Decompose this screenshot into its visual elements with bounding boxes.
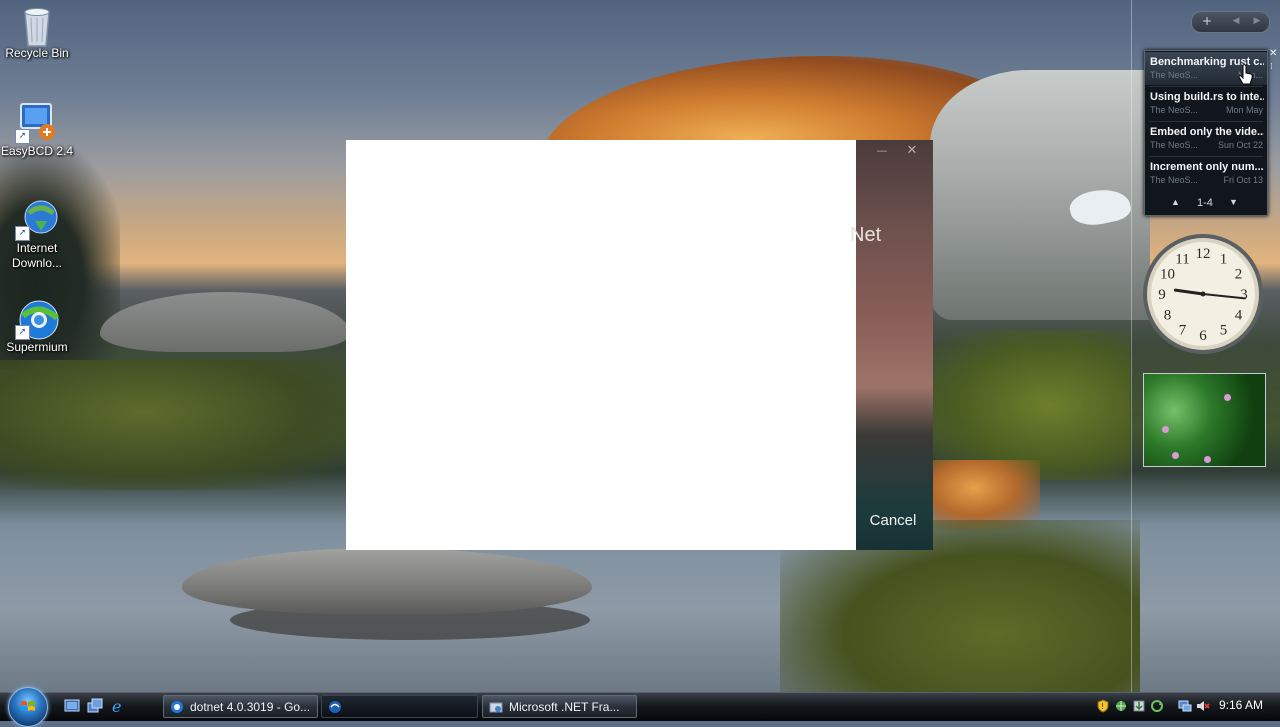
shortcut-arrow-icon: ➚	[15, 226, 30, 241]
switch-windows-icon[interactable]	[87, 698, 103, 714]
clock-number: 1	[1220, 252, 1228, 268]
feed-item[interactable]: Using build.rs to inte... The NeoS... Mo…	[1145, 87, 1267, 120]
installer-title: Net	[850, 224, 882, 246]
minimize-button[interactable]: —	[874, 144, 890, 160]
easybcd-icon: ➚	[15, 102, 57, 144]
taskbar-button-browser[interactable]: dotnet 4.0.3019 - Go...	[163, 695, 318, 718]
wallpaper-rock-left	[100, 292, 350, 352]
feed-down-arrow-icon[interactable]: ▼	[1229, 197, 1238, 207]
taskbar-button-label: Microsoft .NET Fra...	[509, 700, 620, 714]
feed-item-title: Using build.rs to inte...	[1150, 91, 1264, 103]
volume-muted-icon[interactable]	[1196, 699, 1210, 713]
feed-page-indicator: 1-4	[1197, 197, 1213, 209]
clock-number: 4	[1235, 308, 1243, 324]
chrome-icon	[171, 701, 183, 713]
desktop-icon-label-line1: Internet	[16, 241, 58, 255]
feed-drag-grip-icon[interactable]: ⁞	[1270, 62, 1273, 72]
slideshow-flower	[1162, 426, 1169, 433]
desktop-icon-internet-download-manager[interactable]: ➚ Internet Downlo...	[0, 199, 74, 271]
clock-number: 8	[1164, 308, 1172, 324]
taskbar-button-app[interactable]	[321, 695, 478, 718]
feed-item-title: Embed only the vide...	[1150, 126, 1264, 138]
cancel-button[interactable]: Cancel	[862, 509, 924, 533]
supermium-browser-icon: ➚	[15, 298, 59, 340]
installer-banner: — ✕ Net Cancel	[850, 140, 933, 550]
feed-item-date: Sun Oct 22	[1217, 140, 1263, 150]
clock-number: 5	[1220, 323, 1228, 339]
shortcut-arrow-icon: ➚	[15, 129, 30, 144]
slideshow-flower	[1224, 394, 1231, 401]
taskbar-button-label: dotnet 4.0.3019 - Go...	[190, 700, 311, 714]
feed-item[interactable]: Increment only num... The NeoS... Fri Oc…	[1145, 157, 1267, 190]
idm-tray-icon[interactable]	[1132, 699, 1146, 713]
sidebar-divider	[1131, 0, 1132, 692]
clock-number: 11	[1175, 252, 1189, 268]
wallpaper-meadow-right	[930, 330, 1130, 480]
app-icon	[329, 701, 341, 713]
clock-number: 3	[1240, 287, 1248, 303]
security-shield-icon[interactable]: !	[1096, 699, 1110, 713]
shortcut-arrow-icon: ➚	[15, 325, 30, 340]
feed-item-source: The NeoS...	[1150, 105, 1199, 115]
network-monitor-icon[interactable]	[1178, 699, 1192, 713]
close-button[interactable]: ✕	[904, 143, 920, 159]
analog-clock-gadget: 12 12 3 45678 9 1011	[1143, 234, 1263, 354]
add-gadget-button[interactable]: +	[1197, 13, 1217, 30]
network-icon[interactable]	[1114, 699, 1128, 713]
wallpaper-boulder	[182, 548, 592, 614]
internet-download-manager-icon: ➚	[15, 199, 58, 241]
windows-logo-icon	[21, 701, 35, 711]
feed-up-arrow-icon[interactable]: ▲	[1171, 197, 1180, 207]
installer-content-panel	[346, 140, 856, 550]
desktop-icon-easybcd[interactable]: ➚ EasyBCD 2.4	[0, 102, 74, 159]
clock-number: 7	[1179, 323, 1187, 339]
clock-number: 9	[1158, 287, 1166, 303]
wallpaper-meadow-left	[0, 360, 360, 490]
desktop-icon-label: Recycle Bin	[5, 46, 69, 60]
desktop-icon-label-line2: Downlo...	[11, 256, 63, 270]
clock-number: 10	[1160, 267, 1175, 283]
desktop-icon-supermium[interactable]: ➚ Supermium	[0, 298, 74, 355]
clock-number: 2	[1235, 267, 1243, 283]
taskbar-clock[interactable]: 9:16 AM	[1219, 698, 1263, 712]
feed-item-date: Mon May	[1225, 105, 1263, 115]
slideshow-flower	[1172, 452, 1179, 459]
feed-item-source: The NeoS...	[1150, 140, 1199, 150]
sync-tray-icon[interactable]	[1150, 699, 1164, 713]
clock-number: 6	[1199, 328, 1207, 344]
dotnet-installer-window[interactable]: — ✕ Net Cancel	[346, 140, 933, 550]
feed-item-title: Increment only num...	[1150, 161, 1264, 173]
desktop-icon-label: Internet Downlo...	[0, 241, 74, 271]
internet-explorer-icon[interactable]: e	[110, 698, 126, 714]
desktop-icon-label: Supermium	[6, 340, 68, 354]
show-desktop-icon[interactable]	[64, 698, 80, 714]
feed-close-icon[interactable]: ✕	[1269, 48, 1277, 59]
taskbar-button-dotnet-installer[interactable]: Microsoft .NET Fra...	[482, 695, 637, 718]
slideshow-flower	[1204, 456, 1211, 463]
clock-pin	[1200, 291, 1206, 297]
feed-item[interactable]: Embed only the vide... The NeoS... Sun O…	[1145, 122, 1267, 155]
hand-cursor-icon	[1238, 64, 1253, 85]
svg-text:!: !	[1101, 702, 1104, 711]
clock-number: 12	[1196, 246, 1211, 262]
recycle-bin-icon	[17, 4, 57, 47]
start-button[interactable]	[8, 687, 48, 727]
sidebar-next-button[interactable]: ▶	[1247, 13, 1267, 30]
taskbar: e dotnet 4.0.3019 - Go... Microsoft .NET…	[0, 687, 1280, 727]
svg-text:e: e	[112, 698, 121, 714]
feed-item-source: The NeoS...	[1150, 175, 1199, 185]
slideshow-gadget[interactable]	[1143, 373, 1266, 467]
feed-item-date: Fri Oct 13	[1223, 175, 1263, 185]
sidebar-prev-button[interactable]: ◀	[1226, 13, 1246, 30]
desktop-icon-recycle-bin[interactable]: Recycle Bin	[0, 4, 74, 61]
feed-pager: ▲ 1-4 ▼	[1145, 195, 1267, 215]
feed-item-source: The NeoS...	[1150, 70, 1199, 80]
desktop-icon-label: EasyBCD 2.4	[0, 144, 74, 158]
sidebar-controls: + ◀ ▶	[1191, 11, 1270, 33]
installer-icon	[489, 702, 503, 713]
